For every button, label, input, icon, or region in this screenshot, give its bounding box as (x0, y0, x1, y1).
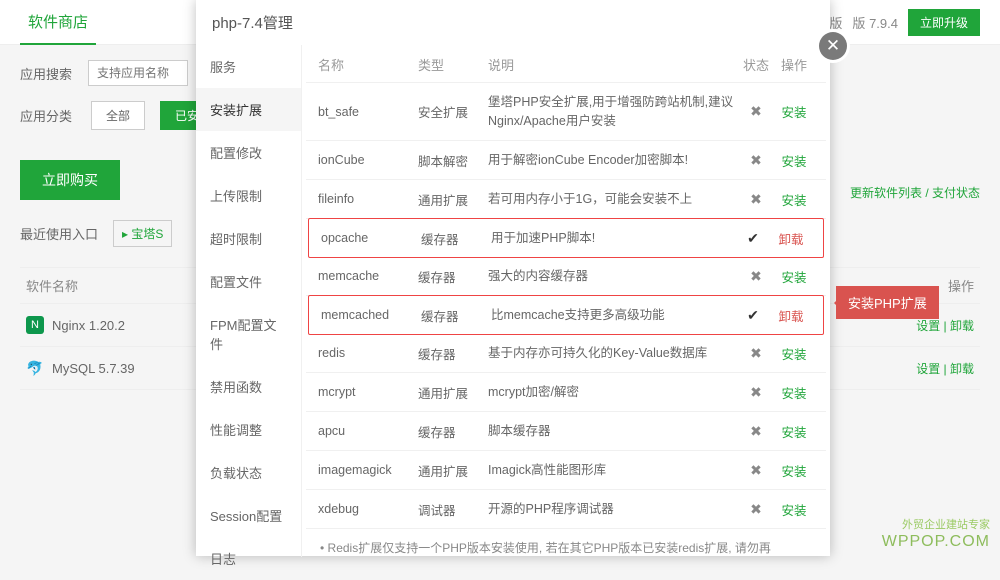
sidebar-item-5[interactable]: 配置文件 (196, 260, 301, 303)
install-link[interactable]: 安装 (774, 500, 814, 519)
ext-col-type: 类型 (418, 55, 488, 74)
ext-name: xdebug (318, 502, 418, 516)
ext-type: 调试器 (418, 500, 488, 519)
ext-type: 缓存器 (421, 306, 491, 325)
ext-desc: 强大的内容缓存器 (488, 267, 738, 286)
ext-desc: 用于解密ionCube Encoder加密脚本! (488, 151, 738, 170)
ext-name: bt_safe (318, 105, 418, 119)
ext-type: 缓存器 (421, 229, 491, 248)
ext-desc: 比memcache支持更多高级功能 (491, 306, 735, 325)
sidebar-item-1[interactable]: 安装扩展 (196, 88, 301, 131)
x-icon: ✖ (738, 152, 774, 169)
ext-desc: 脚本缓存器 (488, 422, 738, 441)
ext-name: opcache (321, 231, 421, 245)
install-link[interactable]: 安装 (774, 102, 814, 121)
modal-sidebar: 服务安装扩展配置修改上传限制超时限制配置文件FPM配置文件禁用函数性能调整负载状… (196, 45, 302, 557)
install-link[interactable]: 安装 (774, 190, 814, 209)
ext-type: 缓存器 (418, 267, 488, 286)
x-icon: ✖ (738, 423, 774, 440)
x-icon: ✖ (738, 345, 774, 362)
sidebar-item-8[interactable]: 性能调整 (196, 408, 301, 451)
ext-desc: 开源的PHP程序调试器 (488, 500, 738, 519)
x-icon: ✖ (738, 462, 774, 479)
ext-desc: 若可用内存小于1G，可能会安装不上 (488, 190, 738, 209)
x-icon: ✖ (738, 501, 774, 518)
x-icon: ✖ (738, 191, 774, 208)
ext-type: 缓存器 (418, 422, 488, 441)
ext-name: memcache (318, 269, 418, 283)
ext-name: mcrypt (318, 385, 418, 399)
x-icon: ✖ (738, 384, 774, 401)
ext-name: redis (318, 346, 418, 360)
ext-row-memcache: memcache缓存器强大的内容缓存器✖安装 (306, 257, 826, 296)
ext-desc: 堡塔PHP安全扩展,用于增强防跨站机制,建议Nginx/Apache用户安装 (488, 93, 738, 131)
ext-type: 通用扩展 (418, 190, 488, 209)
ext-type: 脚本解密 (418, 151, 488, 170)
install-link[interactable]: 安装 (774, 461, 814, 480)
ext-type: 通用扩展 (418, 383, 488, 402)
ext-col-desc: 说明 (488, 55, 738, 74)
sidebar-item-3[interactable]: 上传限制 (196, 174, 301, 217)
ext-desc: 用于加速PHP脚本! (491, 229, 735, 248)
ext-col-action: 操作 (774, 55, 814, 74)
ext-name: imagemagick (318, 463, 418, 477)
install-link[interactable]: 安装 (774, 267, 814, 286)
watermark: 外贸企业建站专家 WPPOP.COM (882, 518, 990, 553)
sidebar-item-6[interactable]: FPM配置文件 (196, 303, 301, 365)
ext-row-apcu: apcu缓存器脚本缓存器✖安装 (306, 412, 826, 451)
x-icon: ✖ (738, 268, 774, 285)
ext-desc: mcrypt加密/解密 (488, 383, 738, 402)
sidebar-item-9[interactable]: 负载状态 (196, 451, 301, 494)
ext-name: ionCube (318, 153, 418, 167)
callout-install-php-ext: 安装PHP扩展 (836, 286, 939, 319)
install-link[interactable]: 安装 (774, 383, 814, 402)
x-icon: ✖ (738, 103, 774, 120)
install-link[interactable]: 安装 (774, 422, 814, 441)
ext-type: 通用扩展 (418, 461, 488, 480)
php-manage-modal: php-7.4管理 服务安装扩展配置修改上传限制超时限制配置文件FPM配置文件禁… (196, 0, 830, 556)
ext-name: memcached (321, 308, 421, 322)
check-icon: ✔ (735, 230, 771, 247)
ext-row-imagemagick: imagemagick通用扩展Imagick高性能图形库✖安装 (306, 451, 826, 490)
install-link[interactable]: 安装 (774, 151, 814, 170)
sidebar-item-11[interactable]: 日志 (196, 537, 301, 580)
ext-row-opcache: opcache缓存器用于加速PHP脚本!✔卸载 (308, 218, 824, 258)
ext-row-xdebug: xdebug调试器开源的PHP程序调试器✖安装 (306, 490, 826, 529)
extensions-panel: 名称 类型 说明 状态 操作 bt_safe安全扩展堡塔PHP安全扩展,用于增强… (302, 45, 830, 557)
ext-type: 安全扩展 (418, 102, 488, 121)
uninstall-link[interactable]: 卸载 (771, 229, 811, 248)
ext-desc: 基于内存亦可持久化的Key-Value数据库 (488, 344, 738, 363)
ext-name: fileinfo (318, 192, 418, 206)
sidebar-item-2[interactable]: 配置修改 (196, 131, 301, 174)
uninstall-link[interactable]: 卸载 (771, 306, 811, 325)
extensions-note: Redis扩展仅支持一个PHP版本安装使用, 若在其它PHP版本已安装redis… (306, 529, 826, 566)
ext-row-bt_safe: bt_safe安全扩展堡塔PHP安全扩展,用于增强防跨站机制,建议Nginx/A… (306, 83, 826, 141)
sidebar-item-0[interactable]: 服务 (196, 45, 301, 88)
sidebar-item-10[interactable]: Session配置 (196, 494, 301, 537)
ext-name: apcu (318, 424, 418, 438)
ext-desc: Imagick高性能图形库 (488, 461, 738, 480)
sidebar-item-4[interactable]: 超时限制 (196, 217, 301, 260)
ext-row-fileinfo: fileinfo通用扩展若可用内存小于1G，可能会安装不上✖安装 (306, 180, 826, 219)
check-icon: ✔ (735, 307, 771, 324)
ext-col-status: 状态 (738, 55, 774, 74)
install-link[interactable]: 安装 (774, 344, 814, 363)
ext-type: 缓存器 (418, 344, 488, 363)
ext-row-memcached: memcached缓存器比memcache支持更多高级功能✔卸载 (308, 295, 824, 335)
ext-col-name: 名称 (318, 55, 418, 74)
close-icon[interactable]: ✕ (819, 32, 847, 60)
ext-row-redis: redis缓存器基于内存亦可持久化的Key-Value数据库✖安装 (306, 334, 826, 373)
ext-row-ionCube: ionCube脚本解密用于解密ionCube Encoder加密脚本!✖安装 (306, 141, 826, 180)
modal-title: php-7.4管理 (196, 0, 830, 45)
sidebar-item-7[interactable]: 禁用函数 (196, 365, 301, 408)
ext-row-mcrypt: mcrypt通用扩展mcrypt加密/解密✖安装 (306, 373, 826, 412)
